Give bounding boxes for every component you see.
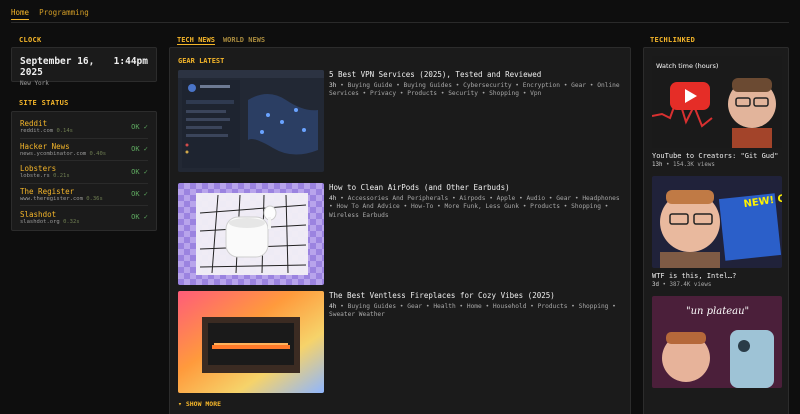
clock-date: September 16, 2025 — [20, 56, 95, 78]
article-tags: Buying Guides • Gear • Health • Home • H… — [329, 303, 616, 319]
news-panel: GEAR LATEST 5 Best VPN Services (2025), … — [169, 47, 631, 414]
article-tags: Buying Guide • Buying Guides • Cybersecu… — [329, 82, 620, 98]
site-name: Hacker News — [20, 141, 70, 151]
tab-world-news[interactable]: WORLD NEWS — [223, 36, 265, 45]
site-status-panel: Reddit reddit.com 0.14s OK ✓ Hacker News… — [11, 111, 157, 231]
nav-home[interactable]: Home — [11, 8, 30, 20]
news-subsection-title: GEAR LATEST — [178, 57, 225, 65]
video-title[interactable]: WTF is this, Intel…? — [652, 272, 780, 280]
status-ok-badge: OK ✓ — [131, 122, 148, 131]
status-row-reddit[interactable]: Reddit reddit.com 0.14s OK ✓ — [20, 116, 148, 139]
article-thumbnail-airpods[interactable] — [178, 183, 324, 285]
video-views: 154.3K views — [672, 162, 715, 168]
video-thumbnail-youtube[interactable]: Watch time (hours) — [652, 56, 782, 148]
status-ok-badge: OK ✓ — [131, 190, 148, 199]
site-latency: 0.14s — [56, 128, 73, 135]
video-thumbnail-plateau[interactable]: "un plateau" — [652, 296, 782, 388]
article-age: 4h — [329, 195, 337, 202]
show-more-button[interactable]: ▾ SHOW MORE — [178, 400, 221, 408]
tab-tech-news[interactable]: TECH NEWS — [177, 36, 215, 45]
site-latency: 0.32s — [63, 218, 80, 225]
video-title[interactable]: YouTube to Creators: "Git Gud" — [652, 152, 780, 160]
divider — [11, 22, 789, 23]
status-ok-badge: OK ✓ — [131, 145, 148, 154]
site-name: Lobsters — [20, 164, 57, 174]
article-tags: Accessories And Peripherals • Airpods • … — [329, 195, 620, 219]
techlinked-panel: Watch time (hours) YouTube to Creators: … — [643, 47, 789, 414]
article-title[interactable]: 5 Best VPN Services (2025), Tested and R… — [329, 70, 624, 79]
video-age: 13h — [652, 162, 663, 168]
clock-location: New York — [20, 80, 49, 87]
thumb-text: "un plateau" — [686, 306, 749, 317]
site-domain: reddit.com — [20, 128, 54, 135]
article-title[interactable]: How to Clean AirPods (and Other Earbuds) — [329, 183, 624, 192]
site-latency: 0.36s — [86, 195, 103, 202]
video-thumbnail-intel[interactable]: NEW! CORE i5 110 — [652, 176, 782, 268]
site-status-title: SITE STATUS — [19, 99, 69, 107]
status-row-hacker-news[interactable]: Hacker News news.ycombinator.com 0.40s O… — [20, 139, 148, 161]
status-ok-badge: OK ✓ — [131, 213, 148, 222]
clock-title: CLOCK — [19, 36, 42, 44]
site-name: The Register — [20, 186, 75, 196]
site-domain: news.ycombinator.com — [20, 150, 87, 157]
video-views: 387.4K views — [669, 282, 712, 288]
article-title[interactable]: The Best Ventless Fireplaces for Cozy Vi… — [329, 291, 624, 300]
top-nav: Home Programming — [11, 8, 89, 20]
clock-panel: September 16, 2025 1:44pm New York — [11, 47, 157, 87]
site-domain: www.theregister.com — [20, 195, 83, 202]
video-age: 3d — [652, 282, 659, 288]
article-item[interactable]: How to Clean AirPods (and Other Earbuds)… — [178, 183, 624, 285]
thumb-text: Watch time (hours) — [656, 62, 718, 70]
site-name: Reddit — [20, 119, 48, 129]
video-item[interactable]: NEW! CORE i5 110 WTF is this, Intel…? 3d… — [652, 176, 782, 288]
clock-time: 1:44pm — [113, 56, 148, 67]
article-thumbnail-vpn[interactable] — [178, 70, 324, 172]
site-domain: lobste.rs — [20, 173, 50, 180]
article-item[interactable]: 5 Best VPN Services (2025), Tested and R… — [178, 70, 624, 172]
site-latency: 0.40s — [89, 150, 107, 157]
video-item[interactable]: "un plateau" — [652, 296, 782, 388]
site-latency: 0.21s — [53, 173, 70, 180]
status-row-slashdot[interactable]: Slashdot slashdot.org 0.32s OK ✓ — [20, 206, 148, 229]
video-item[interactable]: Watch time (hours) YouTube to Creators: … — [652, 56, 782, 168]
site-domain: slashdot.org — [20, 218, 60, 225]
article-age: 4h — [329, 303, 337, 310]
article-item[interactable]: The Best Ventless Fireplaces for Cozy Vi… — [178, 291, 624, 393]
article-age: 3h — [329, 82, 337, 89]
status-ok-badge: OK ✓ — [131, 167, 148, 176]
news-tabs: TECH NEWS WORLD NEWS — [177, 36, 265, 45]
site-name: Slashdot — [20, 209, 57, 219]
nav-programming[interactable]: Programming — [39, 8, 89, 20]
article-thumbnail-fireplace[interactable] — [178, 291, 324, 393]
techlinked-title: TECHLINKED — [650, 36, 696, 44]
status-row-the-register[interactable]: The Register www.theregister.com 0.36s O… — [20, 184, 148, 206]
status-row-lobsters[interactable]: Lobsters lobste.rs 0.21s OK ✓ — [20, 161, 148, 184]
